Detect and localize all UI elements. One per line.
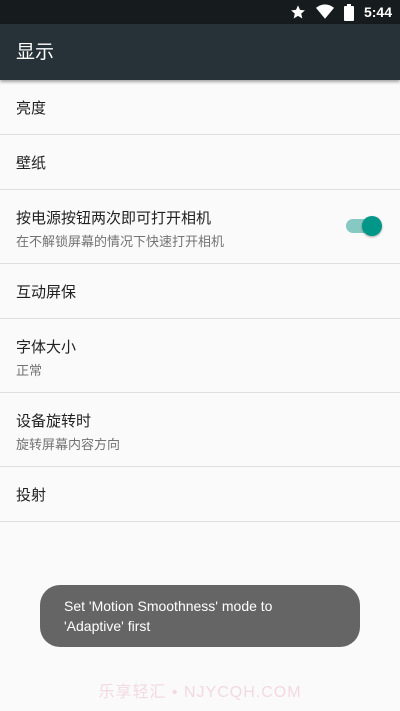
camera-gesture-toggle[interactable] [346,216,382,236]
setting-title: 互动屏保 [16,283,77,301]
toast-line-1: Set 'Motion Smoothness' mode to [64,598,273,614]
status-icons: 5:44 [290,0,392,24]
setting-subtitle: 旋转屏幕内容方向 [16,438,121,453]
app-bar: 显示 [0,24,400,80]
setting-screensaver[interactable]: 互动屏保 [0,264,400,319]
setting-subtitle: 正常 [16,364,43,379]
setting-font-size[interactable]: 字体大小 正常 [0,319,400,393]
status-bar: 5:44 [0,0,400,24]
setting-rotation[interactable]: 设备旋转时 旋转屏幕内容方向 [0,393,400,467]
setting-title: 投射 [16,486,47,504]
setting-camera-gesture[interactable]: 按电源按钮两次即可打开相机 在不解锁屏幕的情况下快速打开相机 [0,190,400,264]
page-title: 显示 [16,41,55,63]
settings-list: 亮度 壁纸 按电源按钮两次即可打开相机 在不解锁屏幕的情况下快速打开相机 互动屏… [0,80,400,522]
toast-message: Set 'Motion Smoothness' mode to 'Adaptiv… [40,585,360,647]
toast-line-2: 'Adaptive' first [64,618,151,634]
star-icon [291,5,305,19]
setting-title: 设备旋转时 [16,412,92,430]
toggle-thumb [362,216,382,236]
setting-brightness[interactable]: 亮度 [0,80,400,135]
setting-wallpaper[interactable]: 壁纸 [0,135,400,190]
setting-title: 字体大小 [16,338,77,356]
setting-cast[interactable]: 投射 [0,467,400,522]
setting-title: 壁纸 [16,154,47,172]
setting-title: 亮度 [16,99,47,117]
setting-subtitle: 在不解锁屏幕的情况下快速打开相机 [16,235,225,250]
battery-icon [343,3,354,21]
watermark: 乐享轻汇 • NJYCQH.COM [98,684,302,701]
setting-title: 按电源按钮两次即可打开相机 [16,209,212,227]
wifi-icon [315,4,334,19]
status-time: 5:44 [363,4,392,20]
